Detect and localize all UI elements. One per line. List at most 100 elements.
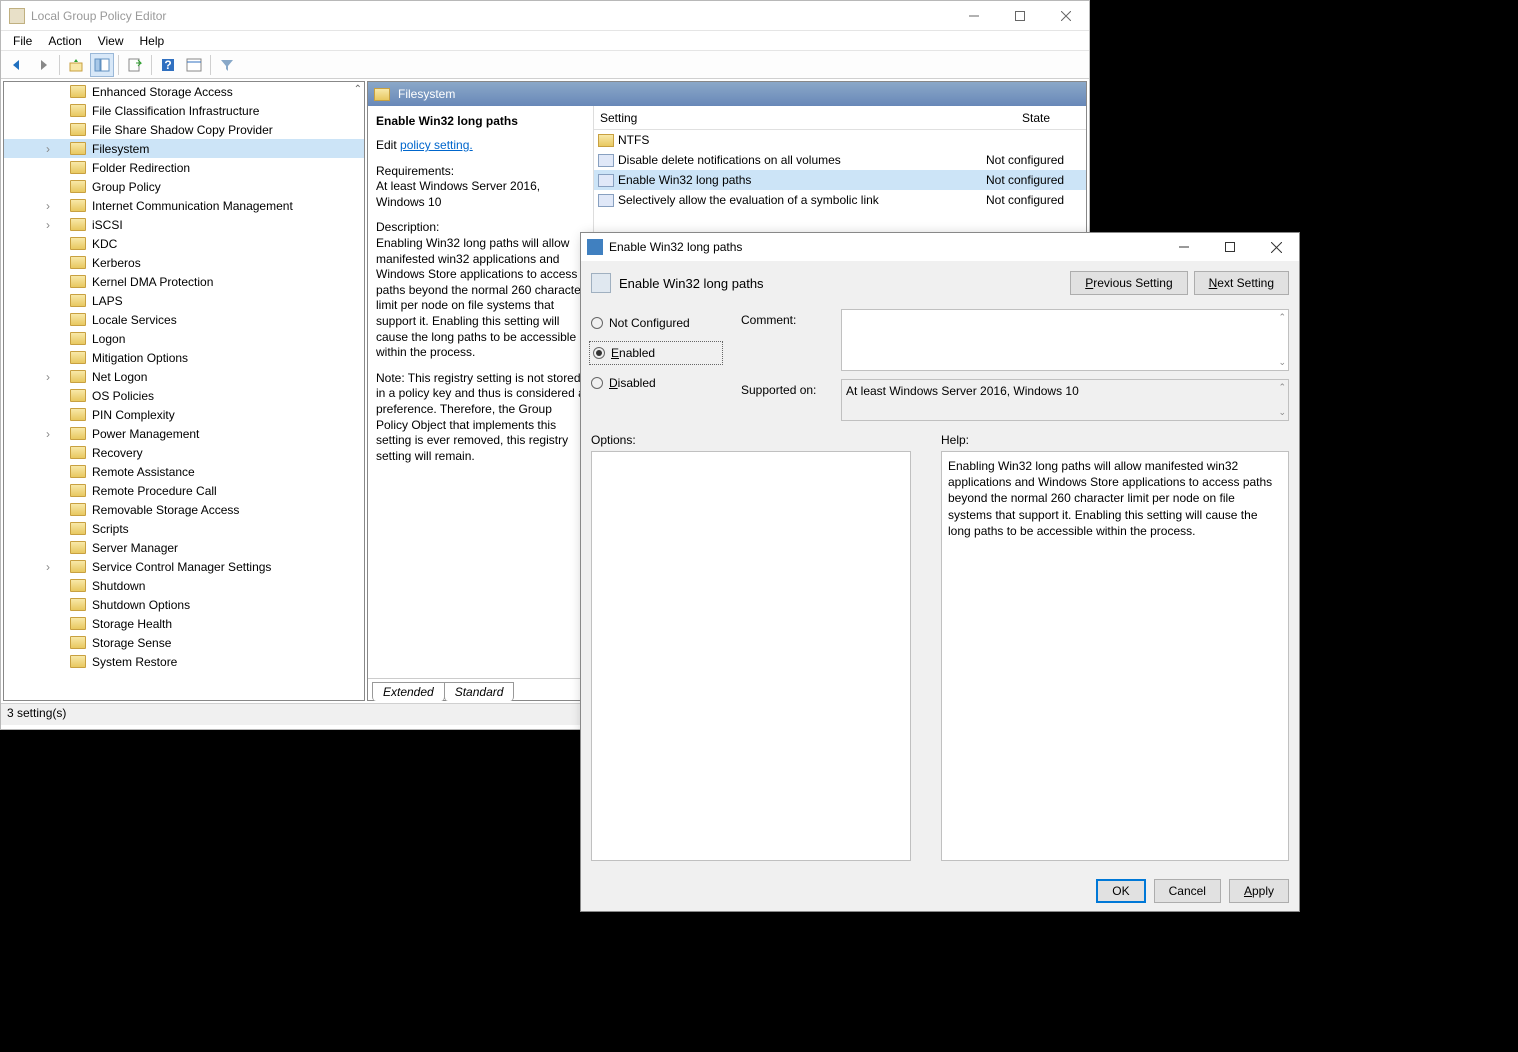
folder-icon bbox=[70, 123, 86, 136]
tree-item[interactable]: Enhanced Storage Access bbox=[4, 82, 364, 101]
requirements-text: At least Windows Server 2016, Windows 10 bbox=[376, 179, 540, 209]
show-tree-button[interactable] bbox=[90, 53, 114, 77]
tree-item-label: Shutdown Options bbox=[92, 598, 190, 612]
tree-item[interactable]: KDC bbox=[4, 234, 364, 253]
close-button[interactable] bbox=[1043, 1, 1089, 31]
tree-item[interactable]: Mitigation Options bbox=[4, 348, 364, 367]
tree-item[interactable]: iSCSI bbox=[4, 215, 364, 234]
folder-icon bbox=[70, 484, 86, 497]
tree-item[interactable]: Internet Communication Management bbox=[4, 196, 364, 215]
tree-item[interactable]: System Restore bbox=[4, 652, 364, 671]
options-label: Options: bbox=[591, 433, 911, 447]
comment-input[interactable]: ⌃⌄ bbox=[841, 309, 1289, 371]
radio-enabled[interactable]: Enabled bbox=[591, 343, 721, 363]
radio-disabled[interactable]: Disabled bbox=[591, 373, 721, 393]
minimize-button[interactable] bbox=[951, 1, 997, 31]
content-header-title: Filesystem bbox=[398, 87, 455, 101]
setting-state: Not configured bbox=[986, 173, 1086, 187]
maximize-button[interactable] bbox=[997, 1, 1043, 31]
tree-item[interactable]: File Classification Infrastructure bbox=[4, 101, 364, 120]
ok-button[interactable]: OK bbox=[1096, 879, 1145, 903]
folder-icon bbox=[70, 199, 86, 212]
tree-pane: Enhanced Storage Access File Classificati… bbox=[3, 81, 365, 701]
tree-item[interactable]: Group Policy bbox=[4, 177, 364, 196]
tree-item[interactable]: Logon bbox=[4, 329, 364, 348]
list-row[interactable]: Disable delete notifications on all volu… bbox=[594, 150, 1086, 170]
tree[interactable]: Enhanced Storage Access File Classificati… bbox=[4, 82, 364, 700]
tree-item[interactable]: Remote Procedure Call bbox=[4, 481, 364, 500]
tree-item-label: Net Logon bbox=[92, 370, 147, 384]
tree-item-label: Removable Storage Access bbox=[92, 503, 239, 517]
scroll-up-icon[interactable]: ⌃ bbox=[354, 84, 362, 95]
help-panel: Enabling Win32 long paths will allow man… bbox=[941, 451, 1289, 861]
content-header: Filesystem bbox=[368, 82, 1086, 106]
apply-button[interactable]: Apply bbox=[1229, 879, 1289, 903]
tree-item[interactable]: Shutdown bbox=[4, 576, 364, 595]
column-state[interactable]: State bbox=[986, 111, 1086, 125]
tab-standard[interactable]: Standard bbox=[444, 682, 515, 701]
supported-label: Supported on: bbox=[741, 379, 831, 421]
tree-item-label: Scripts bbox=[92, 522, 129, 536]
folder-icon bbox=[70, 465, 86, 478]
menu-help[interactable]: Help bbox=[132, 32, 173, 50]
policy-icon bbox=[598, 154, 614, 167]
menu-view[interactable]: View bbox=[90, 32, 132, 50]
tree-item[interactable]: LAPS bbox=[4, 291, 364, 310]
tree-item-label: Internet Communication Management bbox=[92, 199, 293, 213]
edit-policy-link[interactable]: policy setting. bbox=[400, 138, 473, 152]
tree-item-label: File Classification Infrastructure bbox=[92, 104, 259, 118]
column-setting[interactable]: Setting bbox=[594, 111, 986, 125]
tree-item[interactable]: Power Management bbox=[4, 424, 364, 443]
tree-item[interactable]: Kernel DMA Protection bbox=[4, 272, 364, 291]
folder-icon bbox=[70, 104, 86, 117]
tree-item[interactable]: Service Control Manager Settings bbox=[4, 557, 364, 576]
properties-button[interactable] bbox=[182, 53, 206, 77]
dialog-minimize-button[interactable] bbox=[1161, 233, 1207, 261]
list-row[interactable]: Selectively allow the evaluation of a sy… bbox=[594, 190, 1086, 210]
help-button[interactable]: ? bbox=[156, 53, 180, 77]
tab-extended[interactable]: Extended bbox=[372, 682, 445, 701]
policy-icon bbox=[598, 174, 614, 187]
dialog-maximize-button[interactable] bbox=[1207, 233, 1253, 261]
filter-button[interactable] bbox=[215, 53, 239, 77]
folder-icon bbox=[70, 541, 86, 554]
tree-item[interactable]: Folder Redirection bbox=[4, 158, 364, 177]
list-row[interactable]: NTFS bbox=[594, 130, 1086, 150]
setting-name: NTFS bbox=[618, 133, 986, 147]
tree-item-label: Storage Sense bbox=[92, 636, 171, 650]
tree-item[interactable]: OS Policies bbox=[4, 386, 364, 405]
radio-not-configured[interactable]: Not Configured bbox=[591, 313, 721, 333]
tree-item[interactable]: File Share Shadow Copy Provider bbox=[4, 120, 364, 139]
folder-icon bbox=[70, 598, 86, 611]
tree-item[interactable]: Shutdown Options bbox=[4, 595, 364, 614]
previous-setting-button[interactable]: Previous Setting bbox=[1070, 271, 1187, 295]
policy-dialog: Enable Win32 long paths Enable Win32 lon… bbox=[580, 232, 1300, 912]
list-row[interactable]: Enable Win32 long pathsNot configured bbox=[594, 170, 1086, 190]
cancel-button[interactable]: Cancel bbox=[1154, 879, 1221, 903]
tree-item[interactable]: Storage Health bbox=[4, 614, 364, 633]
export-button[interactable] bbox=[123, 53, 147, 77]
forward-button[interactable] bbox=[31, 53, 55, 77]
tree-item-label: Group Policy bbox=[92, 180, 161, 194]
menu-file[interactable]: File bbox=[5, 32, 40, 50]
tree-item[interactable]: Storage Sense bbox=[4, 633, 364, 652]
tree-item[interactable]: Kerberos bbox=[4, 253, 364, 272]
tree-item-label: Mitigation Options bbox=[92, 351, 188, 365]
tree-item[interactable]: Removable Storage Access bbox=[4, 500, 364, 519]
tree-item-label: Storage Health bbox=[92, 617, 172, 631]
folder-icon bbox=[70, 503, 86, 516]
tree-item-label: LAPS bbox=[92, 294, 123, 308]
tree-item[interactable]: Net Logon bbox=[4, 367, 364, 386]
dialog-close-button[interactable] bbox=[1253, 233, 1299, 261]
tree-item[interactable]: Locale Services bbox=[4, 310, 364, 329]
tree-item[interactable]: Remote Assistance bbox=[4, 462, 364, 481]
up-button[interactable] bbox=[64, 53, 88, 77]
tree-item[interactable]: Recovery bbox=[4, 443, 364, 462]
tree-item[interactable]: Scripts bbox=[4, 519, 364, 538]
tree-item[interactable]: Filesystem bbox=[4, 139, 364, 158]
back-button[interactable] bbox=[5, 53, 29, 77]
next-setting-button[interactable]: Next Setting bbox=[1194, 271, 1289, 295]
tree-item[interactable]: PIN Complexity bbox=[4, 405, 364, 424]
tree-item[interactable]: Server Manager bbox=[4, 538, 364, 557]
menu-action[interactable]: Action bbox=[40, 32, 89, 50]
